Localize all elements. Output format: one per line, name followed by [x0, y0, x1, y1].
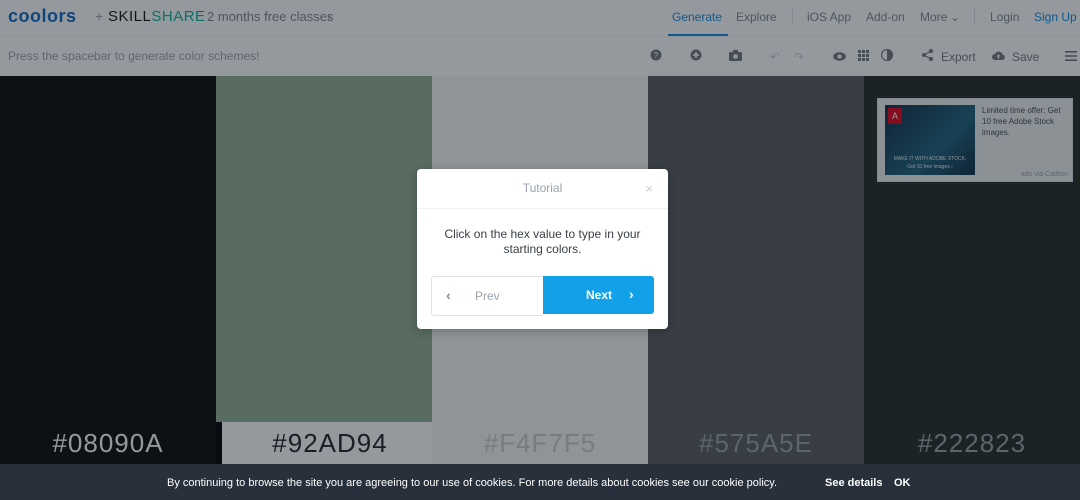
- next-label: Next: [586, 288, 613, 302]
- next-button[interactable]: Next ›: [543, 276, 654, 314]
- cookie-message: By continuing to browse the site you are…: [167, 477, 778, 489]
- tutorial-modal: Tutorial × Click on the hex value to typ…: [417, 169, 668, 329]
- see-details-link[interactable]: See details: [825, 477, 882, 489]
- modal-title: Tutorial: [417, 169, 668, 209]
- chevron-right-icon: ›: [629, 286, 634, 302]
- modal-body: Click on the hex value to type in your s…: [444, 227, 641, 256]
- ok-button[interactable]: OK: [894, 477, 911, 489]
- prev-label: Prev: [475, 289, 500, 303]
- cookie-banner: By continuing to browse the site you are…: [0, 464, 1080, 500]
- chevron-left-icon: ‹: [446, 287, 451, 303]
- prev-button[interactable]: ‹ Prev: [431, 276, 543, 316]
- close-icon[interactable]: ×: [645, 181, 653, 196]
